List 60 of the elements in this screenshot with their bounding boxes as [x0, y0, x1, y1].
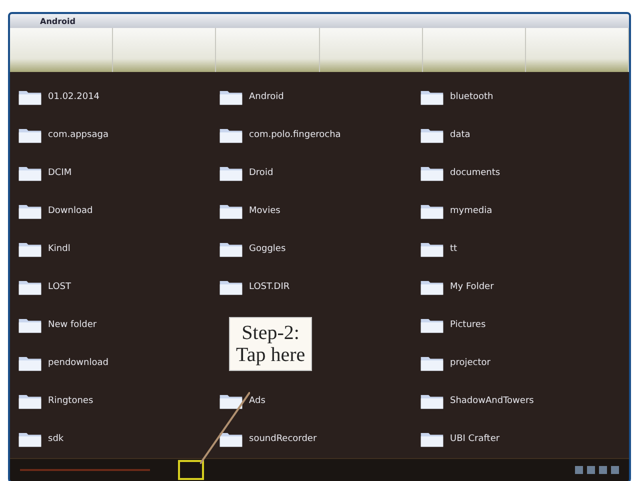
folder-name[interactable]: Pictures: [450, 320, 486, 330]
folder-icon: [219, 392, 243, 410]
folder-name[interactable]: My Folder: [450, 282, 494, 292]
folder-name[interactable]: sdk: [48, 434, 64, 444]
window-title: Android: [40, 16, 76, 26]
folder-name[interactable]: ShadowAndTowers: [450, 396, 534, 406]
folder-icon: [18, 392, 42, 410]
callout-label: Step-2: Tap here: [229, 317, 312, 371]
folder-icon: [420, 202, 444, 220]
folder-name[interactable]: mymedia: [450, 206, 492, 216]
folder-icon: [420, 316, 444, 334]
folder-icon: [18, 278, 42, 296]
folder-name[interactable]: Android: [249, 92, 284, 102]
folder-icon: [420, 430, 444, 448]
folder-icon: [420, 240, 444, 258]
folder-name[interactable]: Droid: [249, 168, 274, 178]
folder-name[interactable]: projector: [450, 358, 490, 368]
folder-icon: [219, 240, 243, 258]
highlight-box: [178, 460, 204, 480]
folder-name[interactable]: Ringtones: [48, 396, 94, 406]
folder-icon: [219, 88, 243, 106]
folder-icon: [420, 164, 444, 182]
folder-icon: [420, 392, 444, 410]
status-icons: [575, 466, 619, 474]
folder-name[interactable]: LOST.DIR: [249, 282, 290, 292]
folder-icon: [420, 126, 444, 144]
folder-name[interactable]: 01.02.2014: [48, 92, 100, 102]
folder-icon: [420, 354, 444, 372]
folder-icon: [18, 126, 42, 144]
folder-icon: [18, 164, 42, 182]
folder-icon: [219, 278, 243, 296]
folder-name[interactable]: DCIM: [48, 168, 72, 178]
folder-name[interactable]: documents: [450, 168, 500, 178]
folder-icon: [420, 278, 444, 296]
folder-icon: [420, 88, 444, 106]
folder-name[interactable]: soundRecorder: [249, 434, 317, 444]
folder-name[interactable]: UBI Crafter: [450, 434, 500, 444]
folder-icon: [18, 88, 42, 106]
folder-name[interactable]: bluetooth: [450, 92, 494, 102]
folder-icon: [18, 240, 42, 258]
folder-name[interactable]: com.appsaga: [48, 130, 108, 140]
folder-name[interactable]: pendownload: [48, 358, 108, 368]
folder-icon: [219, 202, 243, 220]
folder-icon: [18, 430, 42, 448]
folder-name[interactable]: New folder: [48, 320, 97, 330]
folder-name[interactable]: Kindl: [48, 244, 70, 254]
folder-name[interactable]: Ads: [249, 396, 266, 406]
folder-icon: [18, 354, 42, 372]
folder-icon: [18, 316, 42, 334]
folder-icon: [219, 126, 243, 144]
folder-name[interactable]: LOST: [48, 282, 71, 292]
folder-icon: [219, 164, 243, 182]
folder-name[interactable]: tt: [450, 244, 458, 254]
folder-icon: [18, 202, 42, 220]
folder-name[interactable]: Download: [48, 206, 93, 216]
folder-name[interactable]: Movies: [249, 206, 280, 216]
folder-name[interactable]: data: [450, 130, 470, 140]
folder-icon: [219, 430, 243, 448]
folder-name[interactable]: Goggles: [249, 244, 286, 254]
folder-name[interactable]: com.polo.fingerocha: [249, 130, 341, 140]
